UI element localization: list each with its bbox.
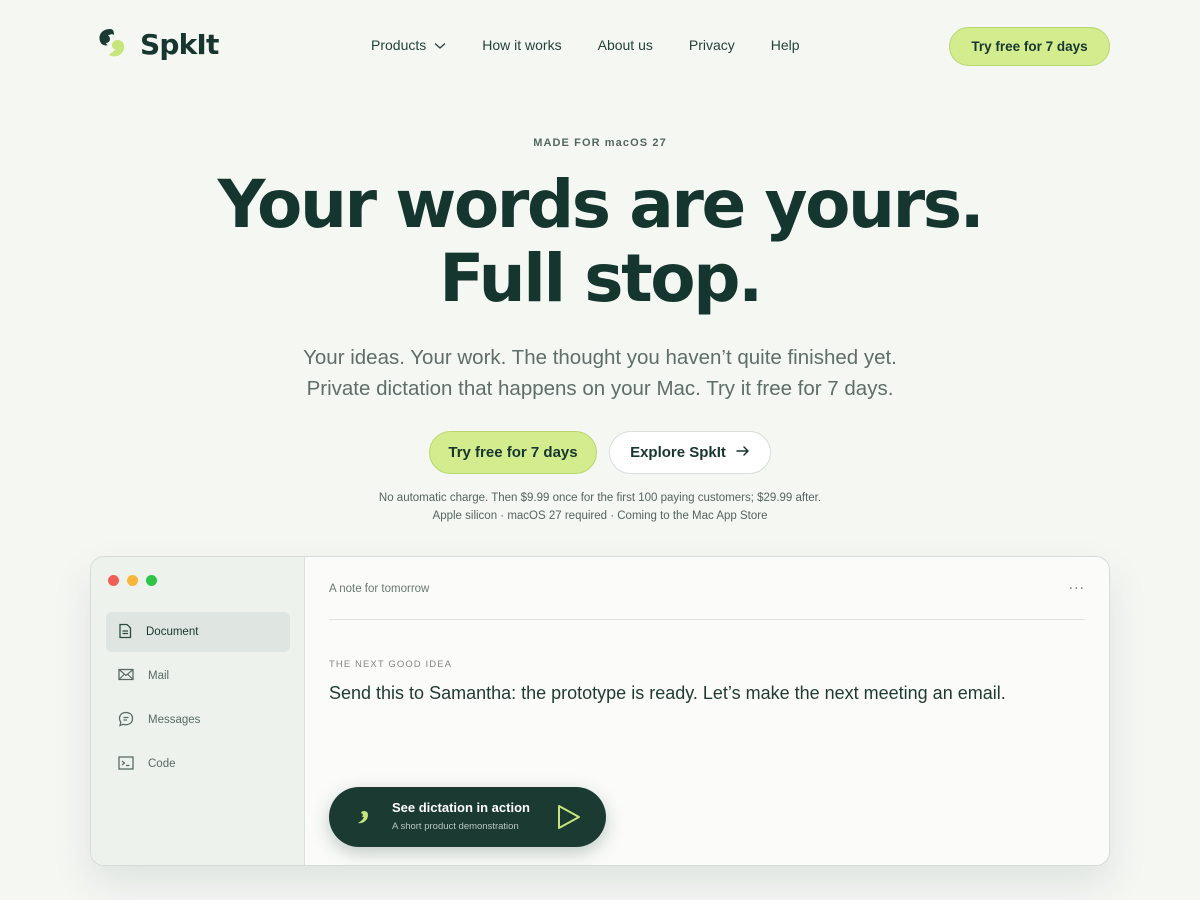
window-sidebar: Document Mail Messages Code [91,557,305,865]
top-navigation: SpkIt Products How it works About us Pri… [0,0,1200,92]
subhead-line-1: Your ideas. Your work. The thought you h… [303,346,897,369]
pricing-fineprint: No automatic charge. Then $9.99 once for… [0,489,1200,525]
brand-logo[interactable]: SpkIt [96,27,219,61]
window-controls [108,575,157,586]
chevron-down-icon [434,37,446,53]
minimize-window-button[interactable] [127,575,138,586]
fineprint-line-2: Apple silicon · macOS 27 required · Comi… [432,510,768,522]
nav-link-about-us[interactable]: About us [598,37,653,53]
terminal-icon [118,755,134,773]
sidebar-item-label: Messages [148,714,201,726]
arrow-right-icon [736,444,750,461]
headline-line-2: Full stop. [439,240,763,317]
nav-link-how-it-works[interactable]: How it works [482,37,561,53]
app-window-preview: Document Mail Messages Code A note for t… [90,556,1110,866]
mail-icon [118,668,134,684]
demo-title: See dictation in action [392,800,530,815]
fineprint-line-1: No automatic charge. Then $9.99 once for… [378,492,822,504]
zoom-window-button[interactable] [146,575,157,586]
hero-eyebrow: MADE FOR macOS 27 [533,137,667,149]
dictated-text[interactable]: Send this to Samantha: the prototype is … [329,683,1006,704]
nav-link-label: How it works [482,37,562,53]
subhead-line-2: Private dictation that happens on your M… [306,377,894,400]
more-options-button[interactable]: ··· [1069,581,1085,597]
demo-subtitle: A short product demonstration [392,821,519,832]
section-label: THE NEXT GOOD IDEA [329,659,453,670]
sidebar-item-messages[interactable]: Messages [106,700,290,740]
divider [329,619,1085,620]
nav-try-free-button[interactable]: Try free for 7 days [949,27,1110,66]
sidebar-item-label: Document [146,626,199,638]
document-title: A note for tomorrow [329,583,430,595]
nav-link-label: Products [371,37,427,53]
hero-buttons: Try free for 7 days Explore SpkIt [429,431,771,474]
sidebar-item-document[interactable]: Document [106,612,290,652]
nav-link-label: About us [597,37,653,53]
nav-link-label: Help [770,37,800,53]
sidebar-list: Document Mail Messages Code [106,612,290,784]
nav-link-help[interactable]: Help [771,37,800,53]
document-icon [118,623,132,642]
nav-link-products[interactable]: Products [371,37,446,53]
sidebar-item-mail[interactable]: Mail [106,656,290,696]
nav-link-privacy[interactable]: Privacy [689,37,735,53]
hero-headline: Your words are yours. Full stop. [0,168,1200,316]
see-dictation-demo-button[interactable]: See dictation in action A short product … [329,787,606,847]
explore-button[interactable]: Explore SpkIt [609,431,771,474]
headline-line-1: Your words are yours. [217,166,985,243]
hero-try-free-button[interactable]: Try free for 7 days [429,431,597,474]
sidebar-item-label: Code [148,758,176,770]
document-pane: A note for tomorrow ··· THE NEXT GOOD ID… [305,557,1109,865]
play-icon [556,803,582,835]
close-window-button[interactable] [108,575,119,586]
hero-subhead: Your ideas. Your work. The thought you h… [0,342,1200,404]
message-bubble-icon [118,711,134,730]
sidebar-item-label: Mail [148,670,170,682]
spkit-mini-logo-icon [355,809,371,829]
nav-link-label: Privacy [688,37,735,53]
nav-links: Products How it works About us Privacy H… [371,37,800,53]
sidebar-item-code[interactable]: Code [106,744,290,784]
logo-wordmark: SpkIt [140,27,219,61]
explore-button-label: Explore SpkIt [630,444,726,461]
logo-mark-icon [96,27,128,61]
